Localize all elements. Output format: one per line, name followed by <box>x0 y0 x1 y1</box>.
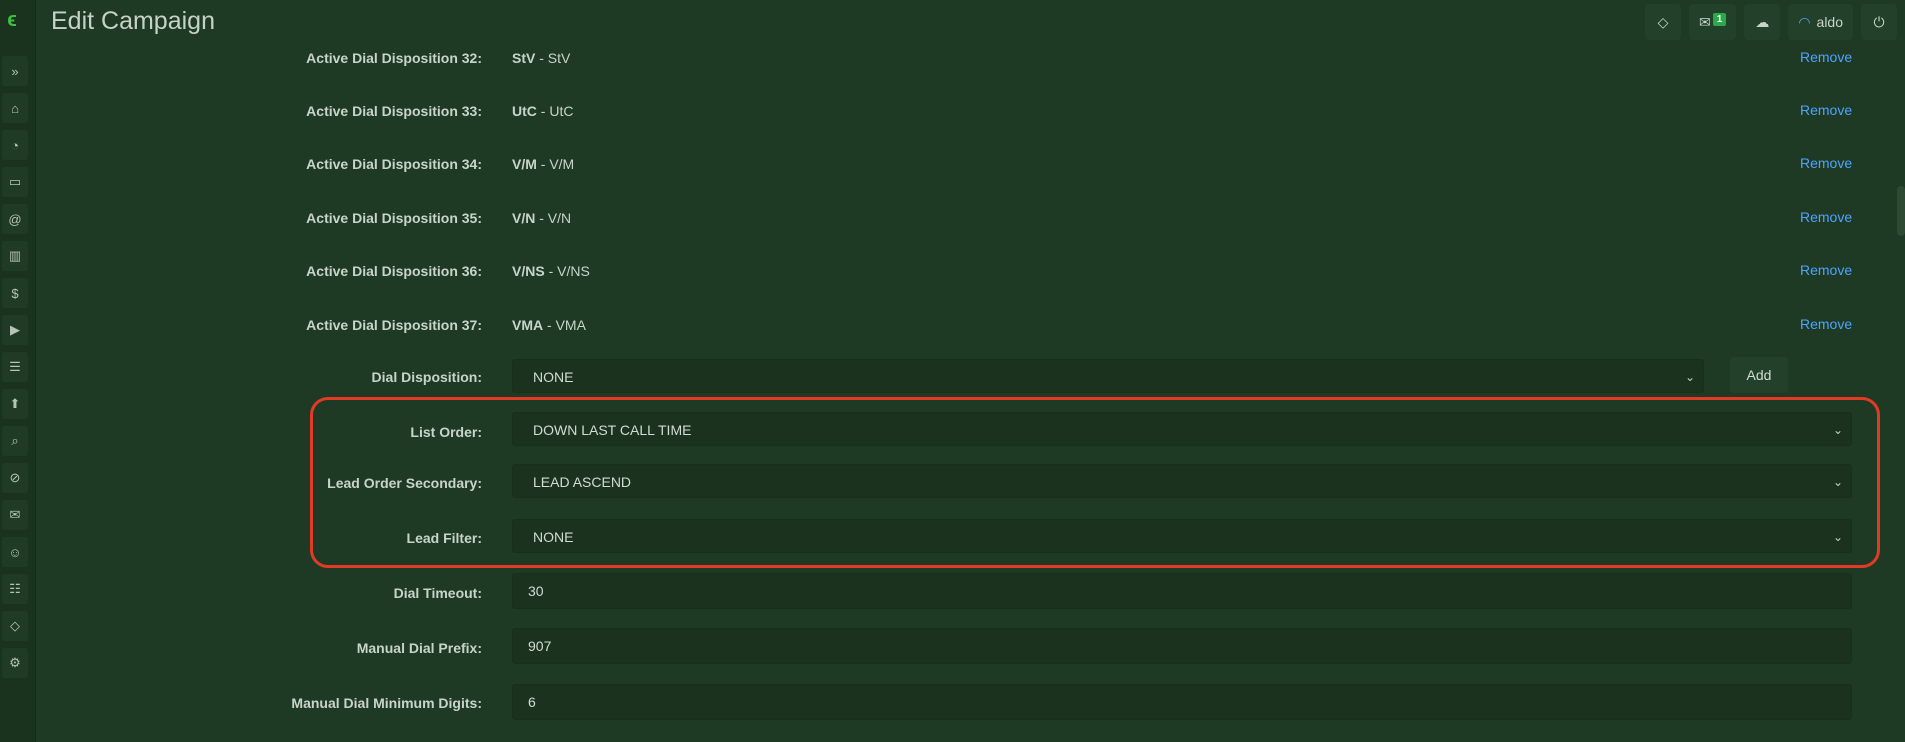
upload-icon[interactable]: ⬆ <box>2 389 28 419</box>
disposition-code: V/N <box>512 210 536 226</box>
disposition-value: V/N - V/N <box>512 210 571 226</box>
disposition-label: Active Dial Disposition 36: <box>306 263 482 279</box>
remove-link[interactable]: Remove <box>1800 262 1852 278</box>
dial-timeout-input[interactable]: 30 <box>512 573 1852 609</box>
disposition-value: V/NS - V/NS <box>512 263 590 279</box>
disposition-code: StV <box>512 50 536 66</box>
mail-button[interactable]: ✉ 1 <box>1689 4 1737 40</box>
dial-disposition-label: Dial Disposition: <box>371 369 482 385</box>
chevron-down-icon: ⌄ <box>1832 530 1843 544</box>
disposition-label: Active Dial Disposition 32: <box>306 50 482 66</box>
chevron-down-icon: ⌄ <box>1832 475 1843 489</box>
remove-link[interactable]: Remove <box>1800 155 1852 171</box>
topbar-actions: ◇ ✉ 1 ☁ ◠ aldo ⏻ <box>1645 4 1897 40</box>
app-logo-icon[interactable]: ϵ <box>0 8 24 32</box>
chevron-down-icon: ⌄ <box>1684 370 1695 384</box>
disposition-name: - V/N <box>535 210 572 226</box>
tag-icon: ◇ <box>1657 13 1669 30</box>
disposition-name: - V/NS <box>544 263 590 279</box>
tag-icon[interactable]: ◇ <box>2 611 28 641</box>
disposition-code: V/NS <box>512 263 545 279</box>
disposition-value: UtC - UtC <box>512 103 573 119</box>
manual-dial-prefix-input[interactable]: 907 <box>512 628 1852 664</box>
page-title-container: Edit Campaign <box>45 5 221 37</box>
power-button[interactable]: ⏻ <box>1861 4 1897 40</box>
lead-order-secondary-select[interactable]: LEAD ASCEND ⌄ <box>512 464 1852 498</box>
disposition-name: - UtC <box>536 103 574 119</box>
add-disposition-button[interactable]: Add <box>1730 357 1788 393</box>
chat-icon: ☁ <box>1755 13 1770 30</box>
dial-timeout-label: Dial Timeout: <box>393 585 482 601</box>
tag-button[interactable]: ◇ <box>1645 4 1682 40</box>
list-order-label: List Order: <box>410 424 482 440</box>
disposition-value: VMA - VMA <box>512 317 586 333</box>
dial-disposition-select[interactable]: NONE ⌄ <box>512 359 1704 393</box>
page-title: Edit Campaign <box>51 7 215 35</box>
lead-filter-value: NONE <box>533 529 574 545</box>
chevron-down-icon: ⌄ <box>1832 423 1843 437</box>
lead-filter-label: Lead Filter: <box>406 530 482 546</box>
dollar-icon[interactable]: $ <box>2 278 28 308</box>
user-menu-button[interactable]: ◠ aldo <box>1788 4 1853 40</box>
disposition-label: Active Dial Disposition 35: <box>306 210 482 226</box>
lead-order-secondary-value: LEAD ASCEND <box>533 474 632 490</box>
power-icon: ⏻ <box>1873 13 1885 30</box>
scrollbar-thumb[interactable] <box>1897 186 1905 236</box>
user-name: aldo <box>1816 14 1843 30</box>
disposition-label: Active Dial Disposition 37: <box>306 317 482 333</box>
remove-link[interactable]: Remove <box>1800 49 1852 65</box>
manual-dial-prefix-label: Manual Dial Prefix: <box>356 640 482 656</box>
dial-disposition-value: NONE <box>533 369 574 385</box>
disposition-code: VMA <box>512 317 544 333</box>
disposition-label: Active Dial Disposition 33: <box>306 103 482 119</box>
list-order-value: DOWN LAST CALL TIME <box>533 422 692 438</box>
mail-icon[interactable]: ✉ <box>2 500 28 530</box>
disposition-value: V/M - V/M <box>512 156 574 172</box>
disposition-name: - V/M <box>536 156 575 172</box>
disposition-code: UtC <box>512 103 537 119</box>
manual-dial-min-digits-label: Manual Dial Minimum Digits: <box>291 695 482 711</box>
user-avatar-icon: ◠ <box>1798 13 1811 30</box>
disposition-code: V/M <box>512 156 537 172</box>
list-order-select[interactable]: DOWN LAST CALL TIME ⌄ <box>512 412 1852 446</box>
mail-icon: ✉ <box>1699 13 1711 30</box>
mail-count-badge: 1 <box>1712 12 1727 26</box>
remove-link[interactable]: Remove <box>1800 209 1852 225</box>
disposition-label: Active Dial Disposition 34: <box>306 156 482 172</box>
chat-button[interactable]: ☁ <box>1744 4 1781 40</box>
disposition-value: StV - StV <box>512 50 570 66</box>
lead-filter-select[interactable]: NONE ⌄ <box>512 519 1852 553</box>
remove-link[interactable]: Remove <box>1800 102 1852 118</box>
disposition-name: - VMA <box>543 317 586 333</box>
remove-link[interactable]: Remove <box>1800 316 1852 332</box>
manual-dial-min-digits-input[interactable]: 6 <box>512 684 1852 720</box>
lead-order-secondary-label: Lead Order Secondary: <box>327 475 482 491</box>
disposition-name: - StV <box>535 50 571 66</box>
